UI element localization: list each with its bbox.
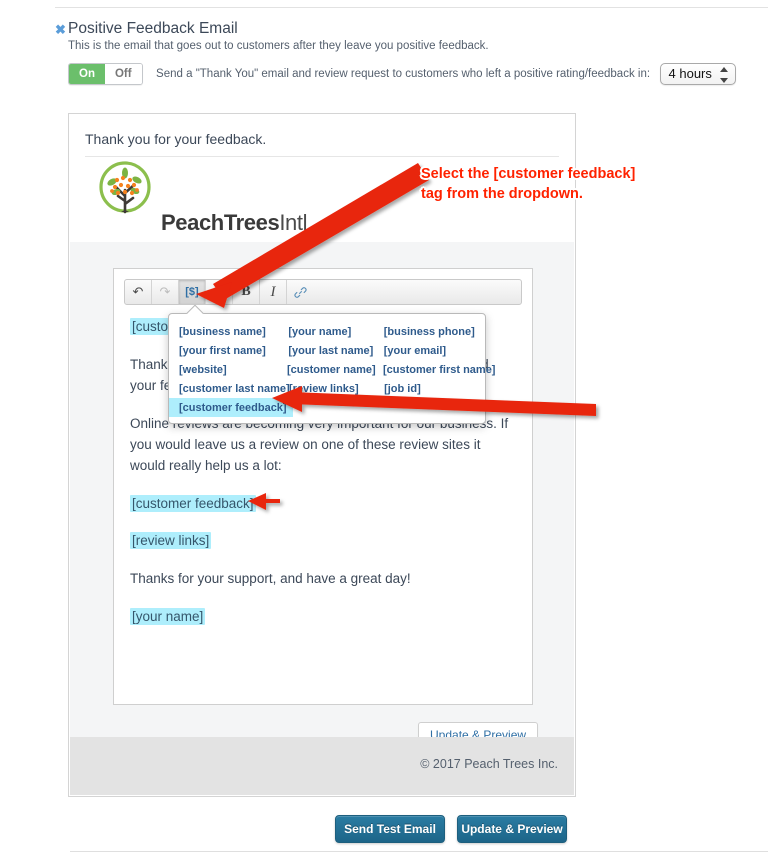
toggle-on-option[interactable]: On: [69, 64, 105, 84]
bottom-divider: [70, 851, 768, 852]
redo-glyph: ↷: [159, 284, 171, 299]
body-signature-line: [your name]: [130, 607, 516, 628]
envelope-glyph: ✉: [213, 284, 225, 299]
dropdown-item[interactable]: [customer name]: [277, 360, 376, 379]
dropdown-item[interactable]: [your first name]: [169, 341, 278, 360]
logo-wordmark-light: Intl.: [279, 210, 313, 235]
enable-toggle-row: On Off Send a "Thank You" email and revie…: [68, 63, 736, 85]
peach-tree-logo-icon: [96, 160, 154, 223]
body-closing: Thanks for your support, and have a grea…: [130, 571, 411, 587]
link-glyph: [294, 286, 307, 298]
tag-review-links[interactable]: [review links]: [130, 532, 212, 550]
dropdown-item[interactable]: [your last name]: [278, 341, 373, 360]
dropdown-item[interactable]: [customer first name]: [373, 360, 495, 379]
dropdown-item[interactable]: [customer last name]: [169, 379, 290, 398]
close-icon[interactable]: ✖: [55, 23, 66, 36]
dropdown-item[interactable]: [your email]: [374, 341, 485, 360]
dropdown-row: [website] [customer name] [customer firs…: [169, 360, 495, 379]
dropdown-item[interactable]: [website]: [169, 360, 277, 379]
bold-glyph: B: [241, 284, 251, 299]
annotation-line-2: tag from the dropdown.: [421, 185, 583, 202]
email-subject: Thank you for your feedback.: [85, 131, 559, 157]
dropdown-row: [business name] [your name] [business ph…: [169, 322, 485, 341]
dropdown-item[interactable]: [your name]: [278, 322, 373, 341]
dropdown-item[interactable]: [business phone]: [374, 322, 485, 341]
email-preview-card: Thank you for your feedback. PeachTreesI…: [68, 113, 576, 797]
top-divider: [55, 7, 768, 8]
undo-glyph: ↶: [132, 284, 144, 299]
insert-tag-button[interactable]: [$]: [179, 280, 206, 304]
dropdown-item[interactable]: [business name]: [169, 322, 278, 341]
delay-select-value: 4 hours: [668, 66, 712, 81]
italic-glyph: I: [270, 283, 276, 300]
toggle-off-option[interactable]: Off: [104, 64, 142, 84]
bold-button[interactable]: B: [233, 280, 260, 304]
annotation-text: Select the [customer feedback] tag from …: [421, 165, 635, 204]
annotation-line-1: Select the [customer feedback]: [421, 166, 636, 182]
tag-dropdown-menu[interactable]: [business name] [your name] [business ph…: [168, 304, 495, 424]
editor-toolbar: ↶ ↷ [$] ✉ B I: [124, 279, 522, 305]
copyright-text: © 2017 Peach Trees Inc.: [420, 757, 558, 771]
send-test-email-button[interactable]: Send Test Email: [335, 815, 445, 843]
undo-icon[interactable]: ↶: [125, 280, 152, 304]
tag-your-name[interactable]: [your name]: [130, 608, 206, 626]
page-root: ✖ Positive Feedback Email This is the em…: [0, 0, 768, 857]
italic-button[interactable]: I: [260, 280, 287, 304]
chevron-updown-icon: [720, 67, 729, 83]
body-feedback-line: [customer feedback]: [130, 494, 516, 515]
dropdown-row: [your first name] [your last name] [your…: [169, 341, 485, 360]
update-preview-button[interactable]: Update & Preview: [457, 815, 567, 843]
link-icon[interactable]: [287, 280, 314, 304]
redo-icon[interactable]: ↷: [152, 280, 179, 304]
dropdown-item[interactable]: [review links]: [279, 379, 374, 398]
tag-glyph: [$]: [185, 286, 199, 298]
tag-customer-feedback[interactable]: [customer feedback]: [130, 494, 256, 512]
dropdown-item[interactable]: [job id]: [374, 379, 485, 398]
toggle-description: Send a "Thank You" email and review requ…: [156, 68, 651, 80]
on-off-switch[interactable]: On Off: [68, 63, 143, 85]
dropdown-item-selected[interactable]: [customer feedback]: [169, 398, 293, 417]
logo-wordmark: PeachTreesIntl.: [161, 210, 313, 236]
body-review-links-line: [review links]: [130, 531, 516, 552]
logo-wordmark-bold: PeachTrees: [161, 210, 280, 235]
page-subtitle: This is the email that goes out to custo…: [68, 40, 489, 52]
email-footer-band: © 2017 Peach Trees Inc.: [70, 737, 574, 795]
dropdown-grid: [business name] [your name] [business ph…: [169, 322, 495, 417]
dropdown-row: [customer last name] [review links] [job…: [169, 379, 485, 398]
delay-select[interactable]: 4 hours: [659, 63, 736, 85]
page-title: Positive Feedback Email: [68, 20, 238, 37]
insert-image-icon[interactable]: ✉: [206, 280, 233, 304]
dropdown-row: [customer feedback]: [169, 398, 485, 417]
